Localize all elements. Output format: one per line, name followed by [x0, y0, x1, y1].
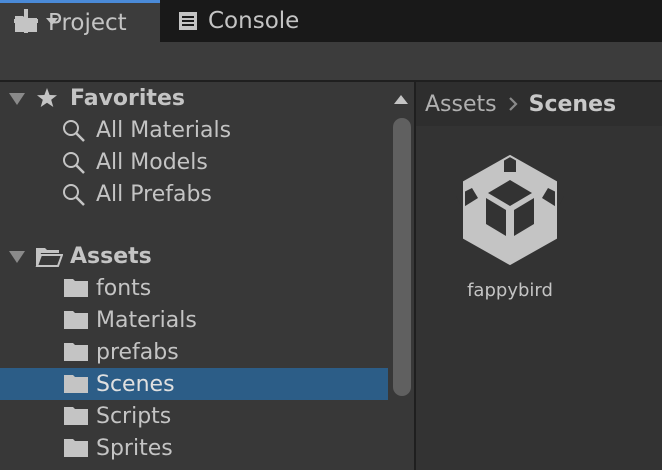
chevron-right-icon	[507, 96, 519, 112]
asset-name-label: fappybird	[467, 280, 553, 301]
star-icon	[36, 87, 58, 109]
favorites-label: Favorites	[70, 85, 185, 111]
search-icon	[62, 183, 86, 207]
scroll-up-arrow-icon[interactable]	[394, 95, 408, 104]
folder-label: Sprites	[96, 435, 173, 461]
folder-icon	[63, 406, 89, 426]
expand-arrow-icon[interactable]	[9, 251, 25, 263]
unity-scene-icon	[456, 152, 564, 266]
folder-icon	[63, 310, 89, 330]
favorite-item-all-materials[interactable]: All Materials	[0, 114, 388, 146]
folder-label: Materials	[96, 307, 197, 333]
create-asset-button[interactable]	[12, 8, 64, 34]
folder-label: Scenes	[96, 371, 175, 397]
favorite-item-label: All Models	[96, 149, 208, 175]
search-icon	[62, 151, 86, 175]
folder-item-sprites[interactable]: Sprites	[0, 432, 388, 464]
plus-icon	[14, 9, 58, 33]
folder-label: fonts	[96, 275, 152, 301]
folder-icon	[63, 438, 89, 458]
tree-favorites[interactable]: Favorites	[0, 82, 388, 114]
breadcrumb-scenes[interactable]: Scenes	[529, 92, 616, 117]
expand-arrow-icon[interactable]	[9, 93, 25, 105]
folder-icon	[63, 374, 89, 394]
breadcrumb-assets[interactable]: Assets	[425, 92, 497, 117]
favorite-item-label: All Materials	[96, 117, 232, 143]
folder-item-scripts[interactable]: Scripts	[0, 400, 388, 432]
project-toolbar	[0, 42, 662, 82]
folder-label: prefabs	[96, 339, 179, 365]
favorite-item-all-models[interactable]: All Models	[0, 146, 388, 178]
favorite-item-label: All Prefabs	[96, 181, 212, 207]
console-icon	[178, 11, 198, 31]
breadcrumb: Assets Scenes	[416, 82, 662, 126]
search-icon	[62, 119, 86, 143]
favorite-item-all-prefabs[interactable]: All Prefabs	[0, 178, 388, 210]
folder-label: Scripts	[96, 403, 172, 429]
open-folder-icon	[35, 246, 63, 268]
scrollbar-thumb[interactable]	[393, 118, 411, 396]
assets-label: Assets	[70, 243, 152, 269]
tab-console-label: Console	[208, 8, 300, 34]
folder-item-scenes[interactable]: Scenes	[0, 368, 388, 400]
folder-item-fonts[interactable]: fonts	[0, 272, 388, 304]
folder-item-prefabs[interactable]: prefabs	[0, 336, 388, 368]
folder-icon	[63, 342, 89, 362]
tree-assets[interactable]: Assets	[0, 240, 388, 272]
tab-console[interactable]: Console	[178, 0, 338, 42]
folder-item-materials[interactable]: Materials	[0, 304, 388, 336]
dropdown-arrow-icon	[46, 18, 58, 25]
folder-icon	[63, 278, 89, 298]
